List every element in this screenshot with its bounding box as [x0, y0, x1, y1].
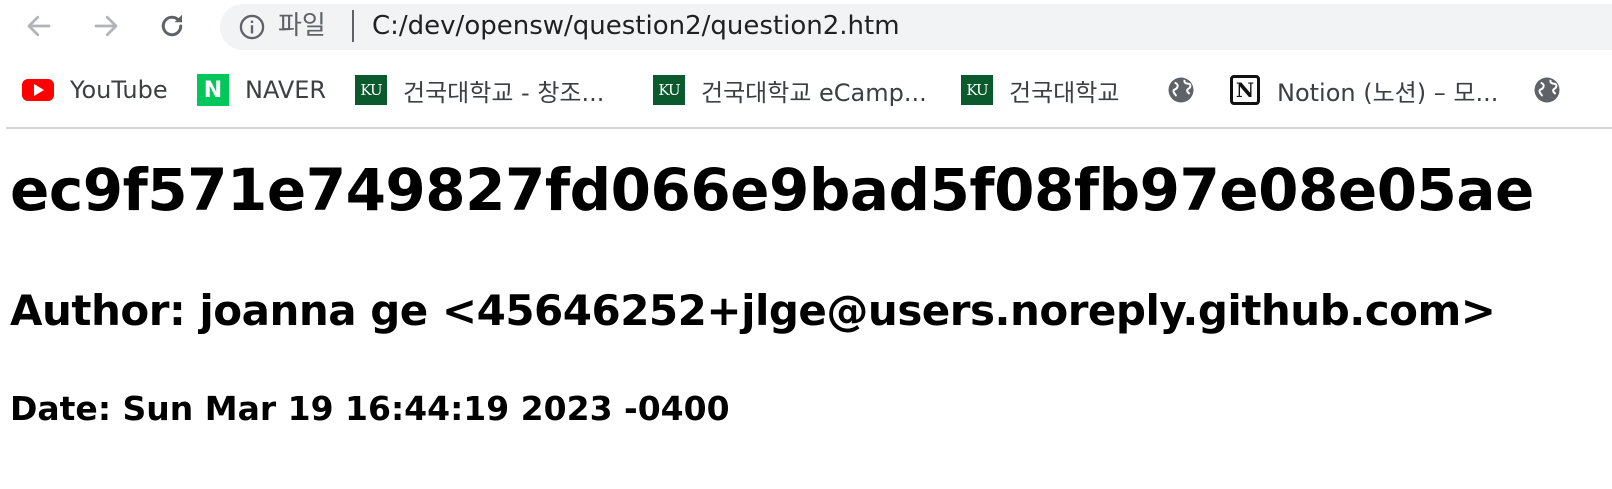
bookmark-globe-1[interactable] — [1165, 70, 1197, 110]
forward-button[interactable] — [86, 6, 126, 46]
reload-button[interactable] — [152, 6, 192, 46]
globe-icon — [1534, 77, 1560, 103]
info-icon[interactable] — [238, 13, 266, 41]
bookmark-konkuk-1[interactable]: KU 건국대학교 - 창조... — [355, 70, 604, 110]
bookmark-youtube[interactable]: YouTube — [22, 70, 168, 110]
author-heading: Author: joanna ge <45646252+jlge@users.n… — [10, 286, 1496, 335]
address-separator — [352, 10, 354, 42]
naver-icon: N — [197, 74, 229, 106]
bookmark-label: YouTube — [70, 76, 168, 104]
bookmark-label: 건국대학교 eCamp... — [701, 78, 927, 107]
bookmark-label: 건국대학교 - 창조... — [403, 78, 605, 107]
ku-icon: KU — [961, 75, 993, 105]
reload-icon — [161, 14, 183, 37]
arrow-left-icon — [27, 15, 51, 37]
bookmark-label: NAVER — [245, 76, 327, 104]
ku-icon: KU — [355, 75, 387, 105]
bookmark-globe-2[interactable] — [1531, 70, 1563, 110]
file-scheme-label: 파일 — [278, 11, 326, 41]
bookmark-notion[interactable]: N Notion (노션) – 모... — [1229, 70, 1498, 110]
ku-icon: KU — [653, 75, 685, 105]
youtube-icon — [22, 79, 54, 101]
globe-icon — [1168, 77, 1194, 103]
notion-icon: N — [1230, 75, 1260, 105]
bookmark-label: Notion (노션) – 모... — [1277, 78, 1499, 107]
back-button[interactable] — [19, 6, 59, 46]
date-heading: Date: Sun Mar 19 16:44:19 2023 -0400 — [10, 389, 730, 428]
address-bar[interactable]: 파일 C:/dev/opensw/question2/question2.htm — [220, 4, 1612, 50]
url-text[interactable]: C:/dev/opensw/question2/question2.htm — [372, 9, 900, 43]
commit-hash-heading: ec9f571e749827fd066e9bad5f08fb97e08e05ae — [10, 156, 1534, 224]
arrow-right-icon — [94, 15, 118, 37]
bookmark-naver[interactable]: N NAVER — [197, 70, 326, 110]
bookmarks-bar: YouTube N NAVER KU 건국대학교 - 창조... KU 건국대학… — [0, 62, 1612, 118]
browser-toolbar: 파일 C:/dev/opensw/question2/question2.htm — [0, 0, 1612, 52]
bookmark-konkuk-2[interactable]: KU 건국대학교 — [961, 70, 1119, 110]
bookmark-konkuk-ecampus[interactable]: KU 건국대학교 eCamp... — [653, 70, 927, 110]
bookmark-label: 건국대학교 — [1009, 78, 1120, 107]
toolbar-divider — [6, 127, 1612, 129]
